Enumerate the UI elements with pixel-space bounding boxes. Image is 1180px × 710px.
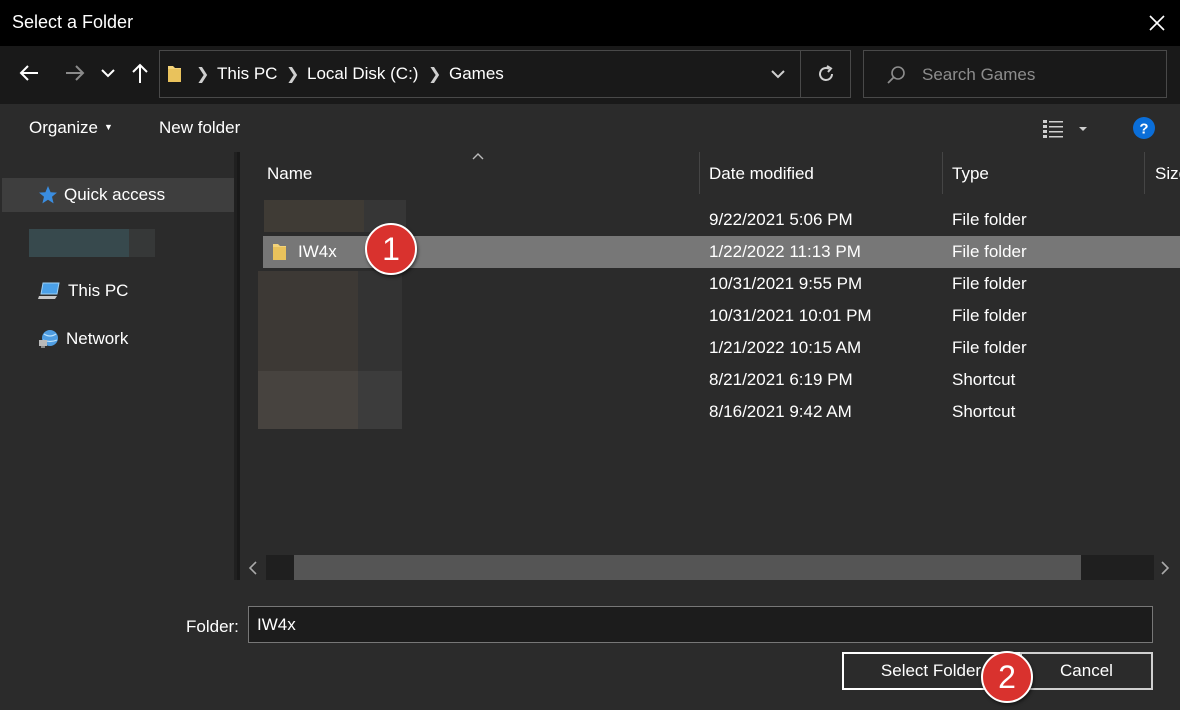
- row-name: IW4x: [298, 242, 337, 261]
- svg-text:?: ?: [1139, 121, 1148, 138]
- row-date: 10/31/2021 10:01 PM: [709, 306, 872, 325]
- arrow-up-icon: [132, 63, 148, 83]
- row-type: File folder: [952, 274, 1027, 293]
- step-badge-2: 2: [981, 651, 1033, 703]
- breadcrumb-separator: ❯: [286, 66, 300, 83]
- row-date: 10/31/2021 9:55 PM: [709, 274, 863, 293]
- refresh-button[interactable]: [800, 50, 850, 98]
- row-date: 8/16/2021 9:42 AM: [709, 402, 852, 421]
- breadcrumb-games[interactable]: Games: [449, 64, 504, 84]
- scroll-right-icon[interactable]: [1160, 561, 1170, 575]
- sidebar-item-label: This PC: [68, 281, 129, 300]
- sidebar-item-label: Network: [66, 329, 129, 348]
- window-title: Select a Folder: [12, 12, 134, 32]
- sort-ascending-icon: [472, 153, 484, 160]
- arrow-right-icon: [66, 65, 85, 81]
- column-divider[interactable]: [699, 152, 700, 194]
- row-date: 8/21/2021 6:19 PM: [709, 370, 853, 389]
- refresh-icon: [818, 65, 833, 81]
- caret-down-icon: [1079, 127, 1087, 131]
- table-row[interactable]: 8/16/2021 9:42 AM Shortcut: [263, 396, 1180, 428]
- scrollbar-thumb[interactable]: [294, 555, 1081, 581]
- row-type: Shortcut: [952, 402, 1016, 421]
- blurred-item: [129, 229, 155, 257]
- up-button[interactable]: [125, 58, 155, 88]
- row-type: File folder: [952, 242, 1027, 261]
- sidebar-item-label: Quick access: [64, 185, 166, 204]
- close-button[interactable]: [1134, 0, 1180, 46]
- row-date: 1/21/2022 10:15 AM: [709, 338, 862, 357]
- table-row[interactable]: 10/31/2021 10:01 PM File folder: [263, 300, 1180, 332]
- scrollbar-track[interactable]: [266, 555, 1154, 581]
- folder-icon: [272, 242, 288, 267]
- view-options-button[interactable]: [1042, 116, 1097, 142]
- organize-button[interactable]: Organize ▼: [29, 118, 113, 138]
- sidebar-item-this-pc[interactable]: This PC: [2, 274, 234, 308]
- new-folder-button[interactable]: New folder: [159, 118, 240, 138]
- horizontal-scrollbar[interactable]: [240, 554, 1180, 581]
- search-box[interactable]: [863, 50, 1167, 98]
- arrow-left-icon: [19, 65, 38, 81]
- row-type: File folder: [952, 338, 1027, 357]
- breadcrumb-separator: ❯: [196, 66, 210, 83]
- scroll-left-icon[interactable]: [248, 561, 258, 575]
- navigation-bar: ❯ This PC ❯ Local Disk (C:) ❯ Games: [0, 46, 1180, 104]
- computer-icon: [38, 282, 60, 299]
- folder-icon: [167, 64, 183, 89]
- column-divider[interactable]: [1144, 152, 1145, 194]
- row-type: Shortcut: [952, 370, 1016, 389]
- column-divider[interactable]: [942, 152, 943, 194]
- caret-down-icon: ▼: [103, 122, 113, 132]
- organize-label: Organize: [29, 118, 98, 137]
- details-view-icon: [1043, 120, 1063, 138]
- folder-name-input[interactable]: [248, 606, 1153, 643]
- address-dropdown-button[interactable]: [770, 65, 786, 85]
- recent-locations-button[interactable]: [95, 58, 121, 88]
- navigation-pane: Quick access This PC Network: [0, 152, 237, 580]
- column-header-size[interactable]: Size: [1155, 164, 1180, 184]
- row-date: 9/22/2021 5:06 PM: [709, 210, 853, 229]
- column-header-type[interactable]: Type: [952, 164, 989, 184]
- table-row[interactable]: 1/21/2022 10:15 AM File folder: [263, 332, 1180, 364]
- back-button[interactable]: [14, 58, 44, 88]
- step-badge-1: 1: [365, 223, 417, 275]
- table-row[interactable]: 8/21/2021 6:19 PM Shortcut: [263, 364, 1180, 396]
- search-icon: [886, 65, 906, 90]
- star-icon: [39, 186, 57, 204]
- breadcrumb-separator: ❯: [428, 66, 442, 83]
- help-icon: ?: [1133, 117, 1155, 139]
- breadcrumb-this-pc[interactable]: This PC: [217, 64, 277, 84]
- command-toolbar: Organize ▼ New folder: [0, 104, 1180, 152]
- forward-button[interactable]: [60, 58, 90, 88]
- blurred-item: [29, 229, 129, 257]
- column-header-date-modified[interactable]: Date modified: [709, 164, 814, 184]
- sidebar-item-quick-access[interactable]: Quick access: [2, 178, 234, 212]
- chevron-down-icon: [771, 70, 785, 79]
- search-input[interactable]: [922, 63, 1152, 87]
- row-type: File folder: [952, 210, 1027, 229]
- sidebar-item-network[interactable]: Network: [2, 322, 234, 356]
- chevron-down-icon: [101, 69, 115, 78]
- address-bar[interactable]: ❯ This PC ❯ Local Disk (C:) ❯ Games: [159, 50, 851, 98]
- cancel-button[interactable]: Cancel: [1020, 652, 1153, 690]
- help-button[interactable]: ?: [1133, 117, 1155, 144]
- network-icon: [39, 330, 58, 348]
- folder-label: Folder:: [186, 617, 239, 636]
- breadcrumb-local-disk[interactable]: Local Disk (C:): [307, 64, 418, 84]
- row-date: 1/22/2022 11:13 PM: [709, 242, 861, 261]
- title-bar: Select a Folder: [0, 0, 1180, 46]
- close-icon: [1149, 15, 1165, 31]
- row-type: File folder: [952, 306, 1027, 325]
- column-header-name[interactable]: Name: [267, 164, 312, 184]
- file-list: Name Date modified Type Size 9/22/2021 5…: [240, 152, 1180, 580]
